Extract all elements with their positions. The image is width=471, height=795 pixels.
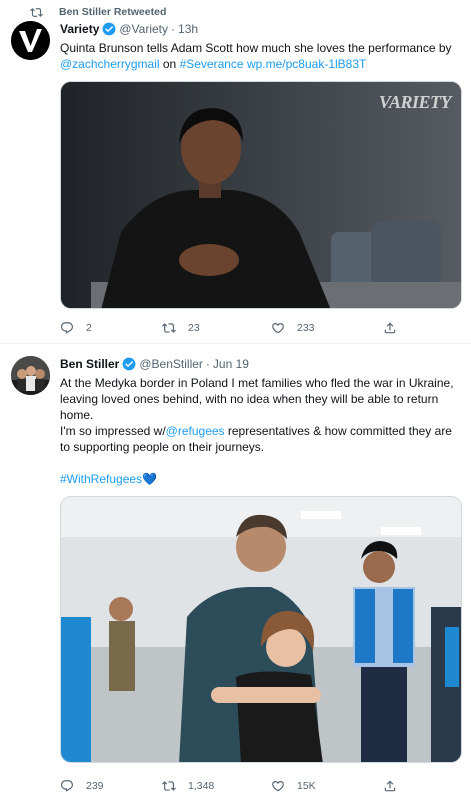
mention-link[interactable]: @zachcherrygmail (60, 57, 160, 71)
reply-count: 2 (86, 322, 92, 334)
timestamp[interactable]: Jun 19 (213, 357, 249, 371)
text-segment: on (159, 57, 180, 71)
author-name[interactable]: Variety (60, 22, 99, 36)
tweet-video[interactable]: VARIETY (60, 81, 462, 309)
hashtag-link[interactable]: #Severance (180, 57, 244, 71)
like-button[interactable]: 15K (271, 779, 316, 793)
avatar[interactable] (11, 21, 50, 60)
watermark: VARIETY (378, 92, 452, 112)
retweet-count: 1,348 (188, 780, 215, 792)
like-icon (272, 781, 284, 792)
separator: · (205, 357, 210, 371)
timestamp[interactable]: 13h (178, 22, 198, 36)
tweet-photo[interactable] (60, 496, 462, 763)
retweet-context: Ben Stiller Retweeted (30, 5, 166, 19)
tweet-actions: 239 1,348 15K (60, 777, 420, 795)
author-handle[interactable]: @Variety (119, 22, 168, 36)
like-count: 233 (297, 322, 315, 334)
share-icon (384, 780, 396, 792)
retweet-icon (162, 323, 176, 333)
verified-badge-icon (122, 357, 136, 371)
tweet-variety[interactable]: Ben Stiller Retweeted Variety @Variety ·… (0, 0, 471, 344)
reply-button[interactable]: 239 (60, 779, 104, 793)
reply-icon (61, 780, 73, 792)
tweet-ben-stiller[interactable]: Ben Stiller @BenStiller · Jun 19 At the … (0, 344, 471, 792)
like-count: 15K (297, 780, 316, 792)
share-button[interactable] (383, 321, 397, 335)
tweet-header: Ben Stiller @BenStiller · Jun 19 (60, 356, 462, 372)
share-icon (384, 322, 396, 334)
emoji: 💙 (142, 472, 157, 486)
share-button[interactable] (383, 779, 397, 793)
tweet-text: At the Medyka border in Poland I met fam… (60, 375, 462, 487)
reply-icon (61, 322, 73, 334)
mention-link[interactable]: @refugees (166, 424, 225, 438)
retweet-icon (30, 7, 43, 17)
tweet-paragraph: #WithRefugees💙 (60, 471, 462, 487)
photo-refugee-center (61, 497, 461, 762)
reply-count: 239 (86, 780, 104, 792)
tweet-text: Quinta Brunson tells Adam Scott how much… (60, 40, 462, 72)
retweet-context-label[interactable]: Ben Stiller Retweeted (59, 6, 166, 18)
text-segment: Quinta Brunson tells Adam Scott how much… (60, 41, 452, 55)
tweet-paragraph: At the Medyka border in Poland I met fam… (60, 376, 454, 422)
verified-badge-icon (102, 22, 116, 36)
retweet-count: 23 (188, 322, 200, 334)
video-frame (61, 82, 461, 308)
like-button[interactable]: 233 (271, 321, 315, 335)
tweet-paragraph: I'm so impressed w/@refugees representat… (60, 423, 462, 455)
like-icon (272, 323, 284, 334)
variety-logo-avatar (11, 21, 50, 60)
hashtag-link[interactable]: #WithRefugees (60, 472, 142, 486)
author-handle[interactable]: @BenStiller (139, 357, 203, 371)
retweet-button[interactable]: 1,348 (162, 779, 214, 793)
text-segment: I'm so impressed w/ (60, 424, 166, 438)
reply-button[interactable]: 2 (60, 321, 92, 335)
author-name[interactable]: Ben Stiller (60, 357, 119, 371)
profile-photo (11, 356, 50, 395)
retweet-icon (162, 781, 176, 791)
avatar[interactable] (11, 356, 50, 395)
separator: · (171, 22, 176, 36)
retweet-button[interactable]: 23 (162, 321, 200, 335)
tweet-actions: 2 23 233 (60, 319, 420, 337)
url-link[interactable]: wp.me/pc8uak-1lB83T (247, 57, 366, 71)
tweet-header: Variety @Variety · 13h (60, 21, 462, 37)
